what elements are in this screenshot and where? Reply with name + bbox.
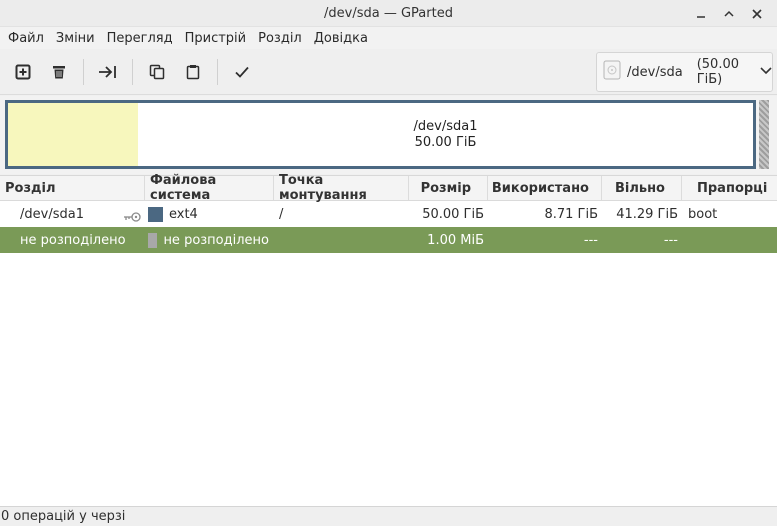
free-cell: 41.29 ГіБ xyxy=(616,206,678,222)
unallocated-block[interactable] xyxy=(8,103,138,166)
title-bar: /dev/sda — GParted xyxy=(0,0,777,27)
menu-bar: Файл Зміни Перегляд Пристрій Розділ Дові… xyxy=(0,27,777,49)
table-row[interactable]: /dev/sda1 ext4 / 50.00 ГіБ 8.71 ГіБ 41.2… xyxy=(0,201,777,227)
device-name: /dev/sda xyxy=(627,64,683,80)
partition-name: /dev/sda1 xyxy=(20,206,84,222)
size-cell: 1.00 МіБ xyxy=(427,232,484,248)
disk-map[interactable]: /dev/sda1 50.00 ГіБ xyxy=(5,100,756,169)
used-cell: --- xyxy=(583,232,598,248)
disk-icon xyxy=(603,60,621,84)
column-header-filesystem[interactable]: Файлова система xyxy=(145,173,274,203)
menu-help[interactable]: Довідка xyxy=(308,31,374,46)
column-header-free[interactable]: Вільно xyxy=(602,176,682,200)
close-icon[interactable] xyxy=(749,6,765,22)
menu-partition[interactable]: Розділ xyxy=(252,31,308,46)
filesystem-name: ext4 xyxy=(169,206,198,222)
filesystem-cell: не розподілено xyxy=(145,232,274,248)
chevron-down-icon xyxy=(760,65,772,80)
flags-cell: boot xyxy=(688,206,718,222)
partition-cell: не розподілено xyxy=(20,232,126,248)
window-controls xyxy=(693,6,765,22)
copy-icon[interactable] xyxy=(139,54,175,90)
filesystem-name: не розподілено xyxy=(163,232,269,248)
toolbar-separator xyxy=(217,58,218,85)
status-text: 0 операцій у черзі xyxy=(1,509,126,524)
column-header-partition[interactable]: Розділ xyxy=(0,176,145,200)
disk-map-area: /dev/sda1 50.00 ГіБ xyxy=(0,96,777,174)
partition-block-name: /dev/sda1 xyxy=(413,119,478,134)
column-header-size[interactable]: Розмір xyxy=(409,176,488,200)
column-header-flags[interactable]: Прапорці xyxy=(682,176,777,200)
resize-move-icon[interactable] xyxy=(90,54,126,90)
filesystem-color-swatch xyxy=(148,206,163,222)
menu-device[interactable]: Пристрій xyxy=(179,31,253,46)
used-cell: 8.71 ГіБ xyxy=(544,206,598,222)
partition-cell: /dev/sda1 xyxy=(0,207,145,222)
toolbar: /dev/sda (50.00 ГіБ) xyxy=(0,49,777,95)
size-cell: 50.00 ГіБ xyxy=(422,206,484,222)
filesystem-color-swatch xyxy=(148,232,158,248)
partition-table: Розділ Файлова система Точка монтування … xyxy=(0,173,777,506)
device-size: (50.00 ГіБ) xyxy=(696,57,739,87)
partition-block-label: /dev/sda1 50.00 ГіБ xyxy=(138,119,753,151)
table-row[interactable]: не розподілено не розподілено 1.00 МіБ -… xyxy=(0,227,777,253)
status-bar: 0 операцій у черзі xyxy=(0,506,777,526)
paste-icon[interactable] xyxy=(175,54,211,90)
mount-point-cell: / xyxy=(279,206,284,222)
disk-map-scroll-edge xyxy=(759,100,769,169)
free-cell: --- xyxy=(663,232,678,248)
column-header-used[interactable]: Використано xyxy=(488,176,602,200)
menu-file[interactable]: Файл xyxy=(2,31,50,46)
new-icon[interactable] xyxy=(5,54,41,90)
apply-icon[interactable] xyxy=(224,54,260,90)
toolbar-separator xyxy=(132,58,133,85)
delete-icon[interactable] xyxy=(41,54,77,90)
menu-view[interactable]: Перегляд xyxy=(101,31,179,46)
table-header: Розділ Файлова система Точка монтування … xyxy=(0,173,777,203)
column-header-mount[interactable]: Точка монтування xyxy=(274,173,409,203)
menu-edit[interactable]: Зміни xyxy=(50,31,101,46)
minimize-icon[interactable] xyxy=(693,6,709,22)
maximize-icon[interactable] xyxy=(721,6,737,22)
device-selector[interactable]: /dev/sda (50.00 ГіБ) xyxy=(596,52,773,92)
filesystem-cell: ext4 xyxy=(145,206,274,222)
partition-block-size: 50.00 ГіБ xyxy=(414,135,477,150)
window-title: /dev/sda — GParted xyxy=(324,5,453,21)
key-icon xyxy=(123,211,141,227)
toolbar-separator xyxy=(83,58,84,85)
